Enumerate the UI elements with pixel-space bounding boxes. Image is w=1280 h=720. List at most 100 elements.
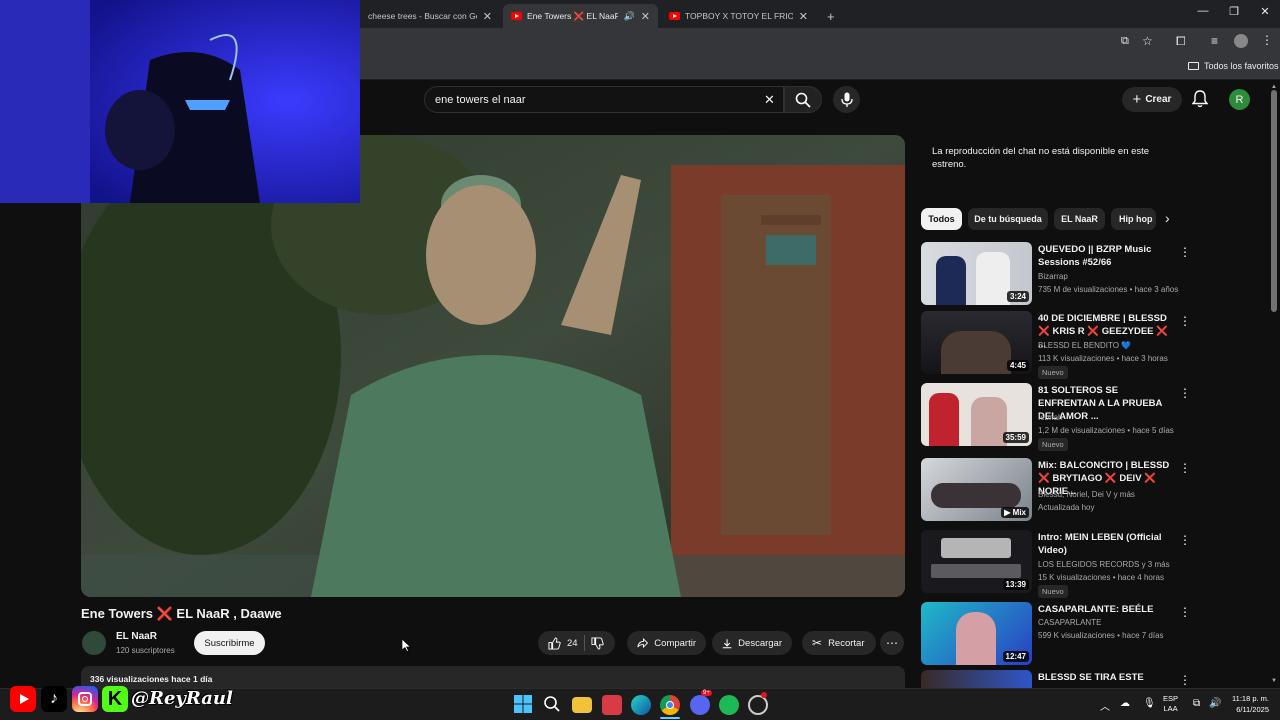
more-actions-button[interactable]: ⋯ bbox=[880, 631, 904, 655]
voice-search-button[interactable] bbox=[833, 86, 860, 113]
thumbs-down-icon[interactable] bbox=[591, 636, 604, 650]
rec-channel[interactable]: CASAPARLANTE bbox=[1038, 618, 1101, 627]
tab-google-search[interactable]: cheese trees - Buscar con Goog ✕ bbox=[360, 4, 500, 28]
page-scrollbar[interactable] bbox=[1271, 90, 1277, 312]
account-avatar[interactable]: R bbox=[1229, 89, 1250, 110]
clip-button[interactable]: ✂ Recortar bbox=[802, 631, 876, 655]
list-item[interactable]: 4:45 40 DE DICIEMBRE | BLESSD ❌ KRIS R ❌… bbox=[921, 311, 1191, 379]
close-icon[interactable]: ✕ bbox=[641, 10, 650, 23]
rec-meta: 15 K visualizaciones • hace 4 horas bbox=[1038, 573, 1164, 582]
windows-start-icon[interactable] bbox=[514, 695, 534, 715]
bookmarks-label: Todos los favoritos bbox=[1204, 61, 1279, 71]
rec-channel[interactable]: BLESSD EL BENDITO 💙 bbox=[1038, 341, 1131, 350]
chevron-up-icon[interactable]: ︿ bbox=[1100, 698, 1110, 713]
rec-channel[interactable]: Bizarrap bbox=[1038, 272, 1068, 281]
list-item[interactable]: ▶ Mix Mix: BALCONCITO | BLESSD ❌ BRYTIAG… bbox=[921, 458, 1191, 522]
speaker-icon[interactable]: 🔊 bbox=[624, 11, 635, 22]
bell-icon[interactable] bbox=[1191, 90, 1209, 113]
close-icon[interactable]: ✕ bbox=[483, 10, 492, 23]
microphone-icon[interactable]: 🎙 bbox=[1143, 698, 1156, 709]
extensions-icon[interactable]: ⧠ bbox=[1176, 34, 1186, 49]
rec-title[interactable]: QUEVEDO || BZRP Music Sessions #52/66 bbox=[1038, 243, 1178, 269]
rec-title[interactable]: CASAPARLANTE: BEÉLE bbox=[1038, 603, 1178, 616]
more-vertical-icon[interactable]: ⋮ bbox=[1179, 673, 1191, 687]
chip-de-tu-busqueda[interactable]: De tu búsqueda bbox=[968, 208, 1048, 230]
scroll-down-icon[interactable]: ▼ bbox=[1271, 678, 1277, 684]
date-label: 6/11/2025 bbox=[1236, 705, 1269, 714]
restore-icon[interactable]: ❐ bbox=[1224, 5, 1244, 18]
star-icon[interactable]: ☆ bbox=[1142, 34, 1153, 48]
subscribe-button[interactable]: Suscribirme bbox=[194, 631, 265, 655]
volume-icon[interactable]: 🔊 bbox=[1209, 698, 1221, 709]
more-vertical-icon[interactable]: ⋮ bbox=[1179, 533, 1191, 547]
app-circle-icon[interactable] bbox=[748, 692, 768, 715]
chrome-center bbox=[666, 701, 674, 709]
rec-channel[interactable]: Iebriah bbox=[1038, 413, 1062, 422]
media-icon[interactable]: ≡ bbox=[1211, 34, 1218, 48]
clear-icon[interactable]: ✕ bbox=[764, 92, 775, 108]
search-icon[interactable] bbox=[543, 695, 563, 715]
like-button[interactable]: 24 bbox=[548, 636, 578, 650]
youtube-icon bbox=[10, 686, 36, 712]
more-vertical-icon[interactable]: ⋮ bbox=[1179, 386, 1191, 400]
network-icon[interactable]: ⧉ bbox=[1193, 698, 1200, 709]
rec-meta: 599 K visualizaciones • hace 7 días bbox=[1038, 631, 1164, 640]
chevron-right-icon[interactable]: › bbox=[1165, 210, 1170, 226]
share-button[interactable]: Compartir bbox=[627, 631, 706, 655]
close-icon[interactable]: ✕ bbox=[799, 10, 808, 23]
edge-icon[interactable] bbox=[631, 695, 651, 715]
chip-hip-hop[interactable]: Hip hop bbox=[1111, 208, 1156, 230]
list-item[interactable]: 12:47 CASAPARLANTE: BEÉLE CASAPARLANTE 5… bbox=[921, 602, 1191, 666]
plus-icon: + bbox=[1132, 91, 1142, 108]
search-button[interactable] bbox=[784, 86, 822, 113]
video-thumbnail[interactable]: 3:24 bbox=[921, 242, 1032, 305]
list-item[interactable]: BLESSD SE TIRA ESTE ⋮ bbox=[921, 670, 1191, 688]
channel-avatar[interactable] bbox=[82, 631, 106, 655]
search-input[interactable]: ene towers el naar ✕ bbox=[424, 86, 784, 113]
cast-icon[interactable]: ⧉ bbox=[1121, 35, 1129, 48]
new-tab-button[interactable]: + bbox=[819, 4, 839, 28]
list-item[interactable]: 13:39 Intro: MEIN LEBEN (Official Video)… bbox=[921, 530, 1191, 598]
app-red-icon[interactable] bbox=[602, 695, 622, 715]
video-player[interactable] bbox=[81, 135, 905, 597]
chip-label: Todos bbox=[928, 214, 955, 224]
discord-icon[interactable]: 9+ bbox=[690, 690, 712, 715]
rec-channel[interactable]: LOS ELEGIDOS RECORDS y 3 más bbox=[1038, 560, 1170, 569]
file-explorer-icon[interactable] bbox=[572, 697, 592, 713]
video-thumbnail[interactable]: 12:47 bbox=[921, 602, 1032, 665]
video-thumbnail[interactable]: 4:45 bbox=[921, 311, 1032, 374]
video-thumbnail[interactable]: 35:59 bbox=[921, 383, 1032, 446]
video-thumbnail[interactable] bbox=[921, 670, 1032, 688]
channel-name[interactable]: EL NaaR bbox=[116, 631, 157, 642]
create-button[interactable]: + Crear bbox=[1122, 87, 1182, 112]
more-vertical-icon[interactable]: ⋮ bbox=[1179, 245, 1191, 259]
rec-title[interactable]: Intro: MEIN LEBEN (Official Video) bbox=[1038, 531, 1178, 557]
scroll-up-icon[interactable]: ▲ bbox=[1271, 84, 1277, 90]
download-button[interactable]: Descargar bbox=[712, 631, 792, 655]
clock[interactable]: 11:18 p. m. 6/11/2025 bbox=[1225, 693, 1269, 715]
more-vertical-icon[interactable]: ⋮ bbox=[1179, 605, 1191, 619]
tab-youtube-active[interactable]: Ene Towers ❌ EL NaaR , D 🔊 ✕ bbox=[503, 4, 658, 28]
rec-title[interactable]: BLESSD SE TIRA ESTE bbox=[1038, 671, 1178, 684]
more-vertical-icon[interactable]: ⋮ bbox=[1179, 461, 1191, 475]
list-item[interactable]: 3:24 QUEVEDO || BZRP Music Sessions #52/… bbox=[921, 242, 1191, 306]
chrome-icon[interactable] bbox=[660, 695, 680, 715]
video-thumbnail[interactable]: 13:39 bbox=[921, 530, 1032, 593]
rec-channel[interactable]: Blessd, Noriel, Dei V y más bbox=[1038, 490, 1135, 499]
tab-youtube-topboy[interactable]: TOPBOY X TOTOY EL FRIO - CH ✕ bbox=[661, 4, 816, 28]
profile-icon[interactable] bbox=[1234, 34, 1248, 48]
spotify-icon[interactable] bbox=[719, 695, 739, 715]
menu-icon[interactable]: ⋮ bbox=[1261, 33, 1273, 47]
close-window-icon[interactable]: ✕ bbox=[1255, 5, 1275, 18]
more-vertical-icon[interactable]: ⋮ bbox=[1179, 314, 1191, 328]
new-badge: Nuevo bbox=[1038, 585, 1068, 598]
chip-todos[interactable]: Todos bbox=[921, 208, 962, 230]
notification-badge: 9+ bbox=[701, 690, 712, 696]
minimize-icon[interactable]: — bbox=[1193, 5, 1213, 17]
language-indicator[interactable]: ESP LAA bbox=[1163, 694, 1178, 714]
all-bookmarks[interactable]: Todos los favoritos bbox=[1188, 61, 1279, 71]
chip-el-naar[interactable]: EL NaaR bbox=[1054, 208, 1105, 230]
cloud-icon[interactable]: ☁ bbox=[1120, 698, 1130, 709]
list-item[interactable]: 35:59 81 SOLTEROS SE ENFRENTAN A LA PRUE… bbox=[921, 383, 1191, 451]
video-thumbnail[interactable]: ▶ Mix bbox=[921, 458, 1032, 521]
